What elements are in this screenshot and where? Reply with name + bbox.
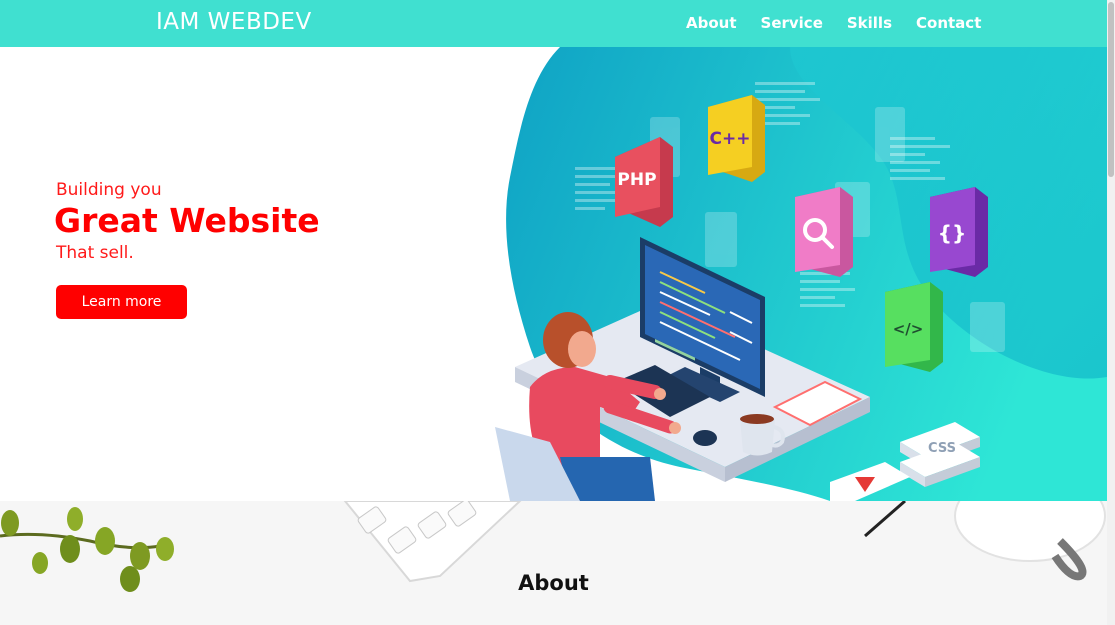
- navbar: IAM WEBDEV About Service Skills Contact: [0, 0, 1107, 47]
- keyboard-photo-decoration: [343, 501, 522, 583]
- vertical-scrollbar[interactable]: [1107, 0, 1115, 625]
- mouse: [693, 430, 717, 446]
- cpp-badge: C++: [708, 95, 765, 182]
- developer-illustration: PHP C++ {} </> CSS: [495, 47, 1107, 501]
- coffee-cup-decoration: [954, 501, 1106, 581]
- learn-more-button[interactable]: Learn more: [56, 285, 187, 319]
- about-heading: About: [518, 571, 589, 595]
- svg-text:C++: C++: [710, 129, 751, 149]
- hero-text: Building you Great Website That sell.: [54, 180, 320, 263]
- about-section: About: [0, 501, 1107, 625]
- desk-background-photo: [0, 501, 1106, 592]
- hero-title: Great Website: [54, 201, 320, 240]
- hero-tagline: That sell.: [56, 243, 134, 263]
- nav-link-skills[interactable]: Skills: [847, 14, 892, 32]
- search-badge-icon: [795, 187, 853, 277]
- brand-logo[interactable]: IAM WEBDEV: [156, 9, 312, 35]
- pencil-decoration: [864, 501, 906, 538]
- svg-text:PHP: PHP: [617, 170, 656, 190]
- nav-link-contact[interactable]: Contact: [916, 14, 981, 32]
- nav-link-about[interactable]: About: [686, 14, 737, 32]
- svg-text:</>: </>: [893, 320, 924, 338]
- braces-badge: {}: [930, 187, 988, 277]
- nav-link-service[interactable]: Service: [761, 14, 823, 32]
- svg-text:CSS: CSS: [928, 441, 956, 456]
- hero-section: Building you Great Website That sell. Le…: [0, 47, 1107, 501]
- nav-menu: About Service Skills Contact: [686, 14, 981, 32]
- hero-subtitle: Building you: [56, 180, 162, 200]
- code-tag-badge: </>: [885, 282, 943, 372]
- svg-text:{}: {}: [938, 221, 966, 245]
- scrollbar-thumb[interactable]: [1108, 2, 1114, 177]
